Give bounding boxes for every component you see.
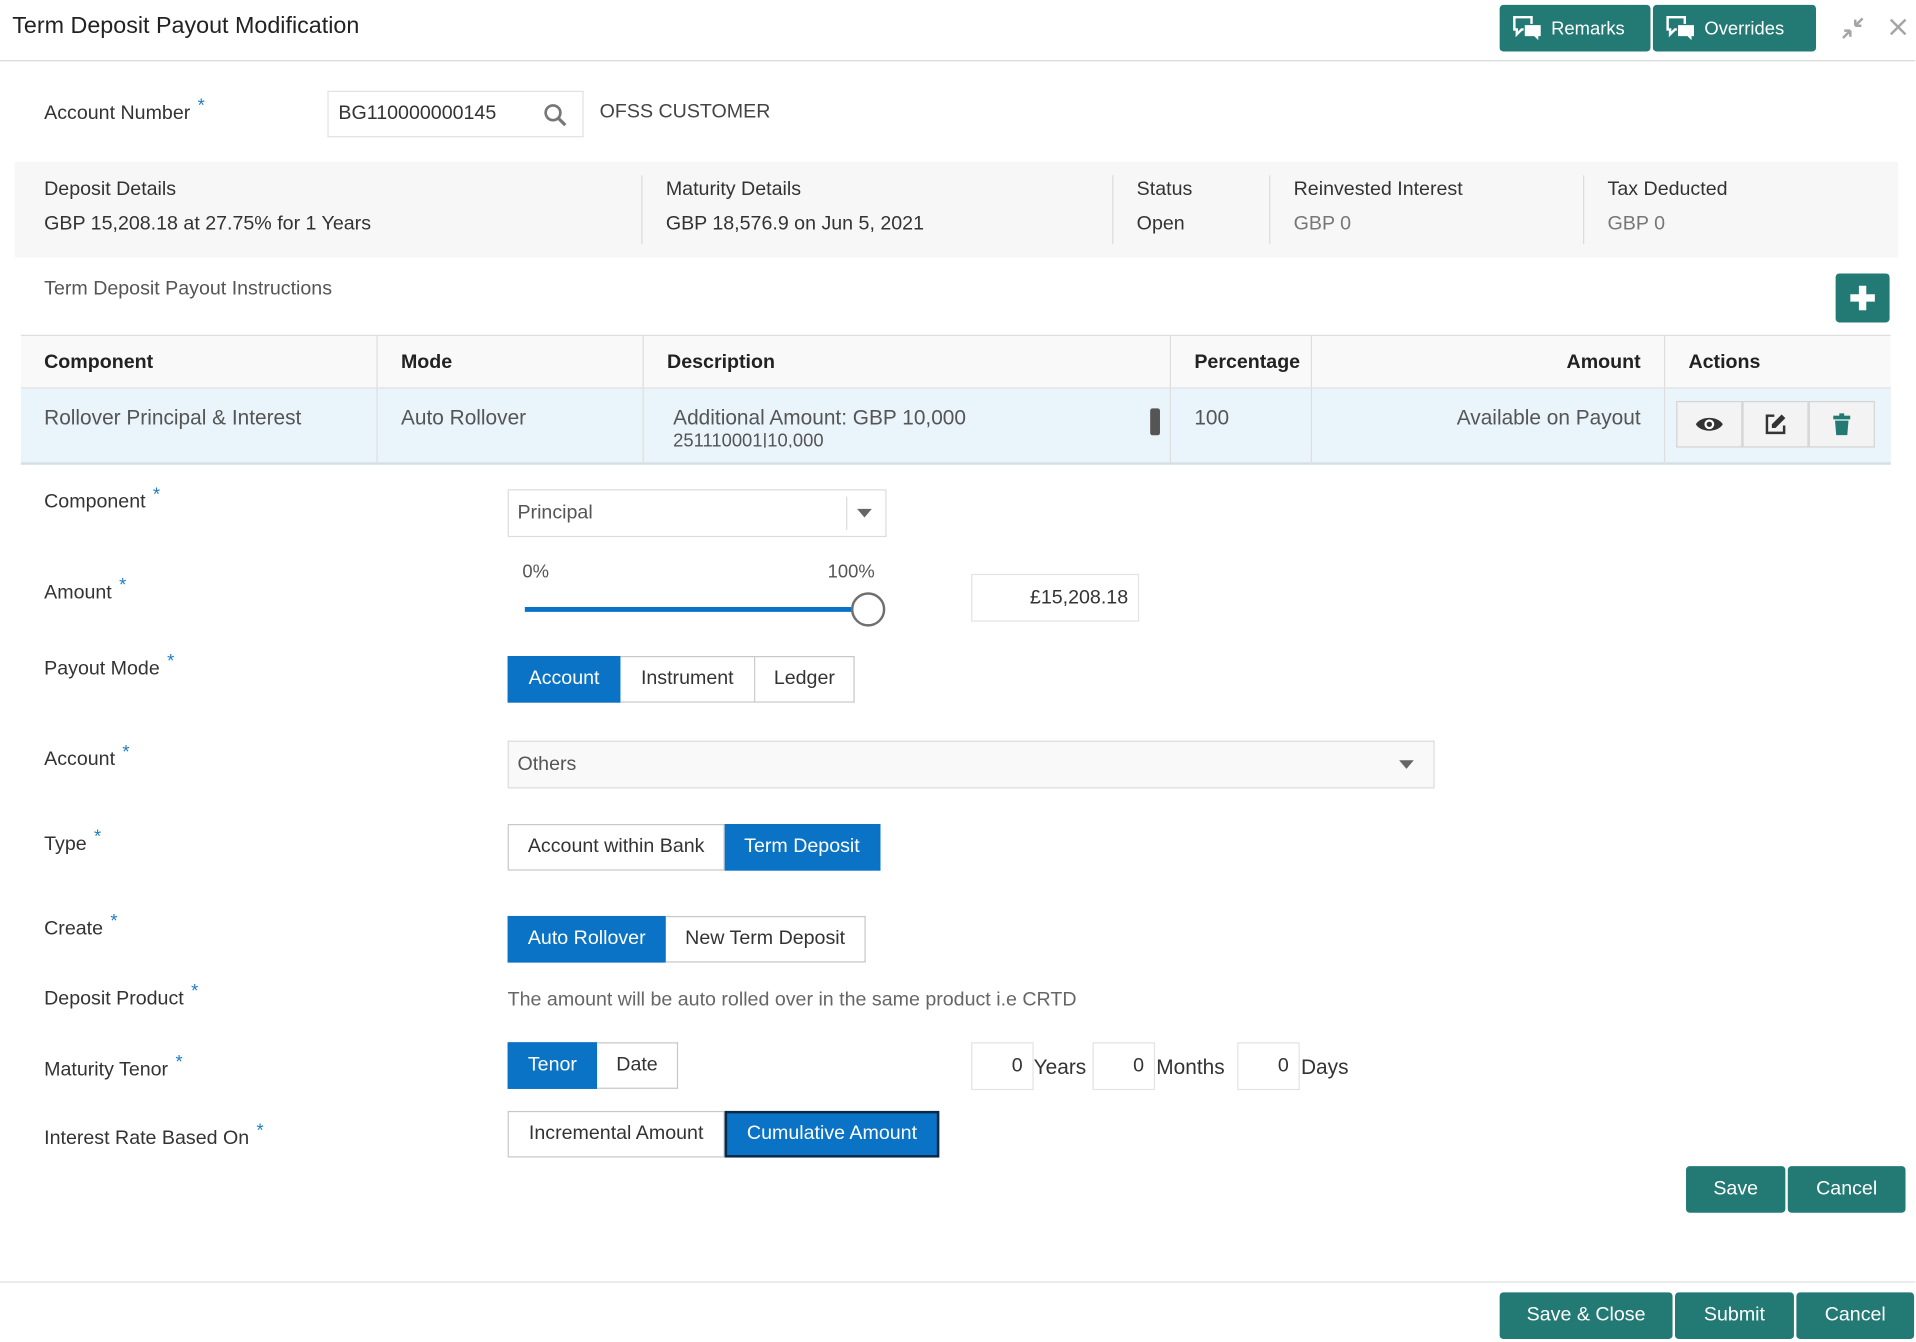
maturity-tenor-tenor[interactable]: Tenor [507,1042,598,1089]
table-row: Rollover Principal & Interest Auto Rollo… [20,388,1891,465]
amount-slider-fill [524,606,869,612]
slider-max-label: 100% [827,561,875,583]
trash-icon [1833,413,1851,436]
col-amount: Amount [1312,335,1666,388]
years-label: Years [1033,1055,1087,1080]
description-line-1: Additional Amount: GBP 10,000 [673,405,966,430]
section-title: Term Deposit Payout Instructions [44,278,333,300]
account-label: Account * [44,741,130,771]
maturity-tenor-label: Maturity Tenor * [44,1052,183,1081]
delete-button[interactable] [1808,400,1875,448]
description-line-2: 251110001|10,000 [673,430,824,448]
row-actions [1665,389,1891,463]
account-number-field[interactable]: BG110000000145 [327,90,584,138]
years-input[interactable]: 0 [971,1042,1034,1091]
row-mode: Auto Rollover [378,388,644,463]
tax-deducted: Tax Deducted GBP 0 [1607,179,1728,235]
days-input[interactable]: 0 [1237,1042,1300,1091]
plus-icon [1850,285,1875,311]
remarks-button[interactable]: Remarks [1499,4,1651,52]
amount-input[interactable]: £15,208.18 [971,573,1140,622]
payout-instructions-table: Component Mode Description Percentage Am… [20,334,1891,465]
row-description: Additional Amount: GBP 10,000 251110001|… [644,388,1172,463]
required-marker: * [197,95,205,117]
days-label: Days [1300,1055,1349,1080]
amount-label: Amount * [44,575,127,604]
type-account-within-bank[interactable]: Account within Bank [507,824,725,871]
edit-icon [1765,414,1786,435]
footer-cancel-button[interactable]: Cancel [1796,1292,1915,1340]
overrides-button[interactable]: Overrides [1652,4,1817,52]
account-number-value: BG110000000145 [338,103,497,124]
col-description: Description [644,335,1172,388]
header-divider [0,60,1916,62]
deposit-summary: Deposit Details GBP 15,208.18 at 27.75% … [14,161,1899,258]
col-actions: Actions [1688,351,1761,373]
interest-rate-incremental[interactable]: Incremental Amount [507,1110,725,1158]
months-label: Months [1156,1055,1225,1080]
type-term-deposit[interactable]: Term Deposit [724,824,881,871]
row-amount: Available on Payout [1312,388,1666,463]
submit-button[interactable]: Submit [1674,1292,1794,1340]
create-label: Create * [44,911,118,940]
create-new-term-deposit[interactable]: New Term Deposit [665,915,866,963]
chevron-down-icon [857,508,872,518]
interest-rate-label: Interest Rate Based On * [44,1120,264,1149]
footer-divider [0,1281,1916,1283]
row-percentage: 100 [1171,388,1313,463]
type-toggle: Account within Bank Term Deposit [507,824,881,871]
amount-slider-handle[interactable] [850,592,886,627]
col-percentage: Percentage [1171,335,1313,388]
deposit-product-text: The amount will be auto rolled over in t… [507,989,1077,1011]
create-auto-rollover[interactable]: Auto Rollover [507,915,666,963]
deposit-product-label: Deposit Product * [44,980,199,1010]
save-close-button[interactable]: Save & Close [1499,1292,1673,1340]
minimize-icon[interactable] [1839,15,1866,48]
edit-button[interactable] [1742,400,1809,448]
maturity-details: Maturity Details GBP 18,576.9 on Jun 5, … [665,179,924,235]
col-component: Component [21,335,378,388]
chevron-down-icon [1399,760,1414,769]
scrollbar-thumb[interactable] [1150,408,1160,436]
form-cancel-button[interactable]: Cancel [1787,1166,1906,1213]
account-select[interactable]: Others [507,740,1435,789]
view-button[interactable] [1676,400,1743,448]
page-title: Term Deposit Payout Modification [12,13,360,40]
amount-slider-track[interactable] [524,606,869,612]
maturity-tenor-date[interactable]: Date [597,1042,679,1089]
customer-name: OFSS CUSTOMER [599,101,771,123]
payout-mode-label: Payout Mode * [44,651,175,680]
add-instruction-button[interactable] [1835,273,1890,323]
payout-mode-ledger[interactable]: Ledger [755,656,855,703]
row-component: Rollover Principal & Interest [21,388,378,463]
type-label: Type * [44,826,102,855]
eye-icon [1695,417,1723,431]
maturity-tenor-toggle: Tenor Date [507,1042,679,1089]
payout-mode-instrument[interactable]: Instrument [620,656,756,703]
slider-min-label: 0% [522,561,549,583]
payout-mode-toggle: Account Instrument Ledger [507,656,855,703]
component-label: Component * [44,484,161,513]
search-icon[interactable] [543,103,568,128]
remarks-label: Remarks [1551,17,1625,39]
months-input[interactable]: 0 [1092,1042,1156,1091]
close-icon[interactable] [1887,15,1909,46]
overrides-label: Overrides [1704,17,1785,39]
form-save-button[interactable]: Save [1686,1166,1786,1213]
deposit-details: Deposit Details GBP 15,208.18 at 27.75% … [44,179,372,235]
interest-rate-cumulative[interactable]: Cumulative Amount [724,1110,940,1158]
component-select[interactable]: Principal [507,489,887,538]
payout-mode-account[interactable]: Account [507,656,621,703]
table-header-row: Component Mode Description Percentage Am… [20,335,1891,389]
reinvested-interest: Reinvested Interest GBP 0 [1293,179,1463,235]
col-mode: Mode [378,335,644,388]
create-toggle: Auto Rollover New Term Deposit [507,915,866,963]
interest-rate-toggle: Incremental Amount Cumulative Amount [507,1110,940,1158]
status: Status Open [1136,179,1193,235]
chat-icon [1513,15,1542,42]
account-number-label: Account Number * [44,95,205,124]
chat-icon [1666,15,1696,42]
